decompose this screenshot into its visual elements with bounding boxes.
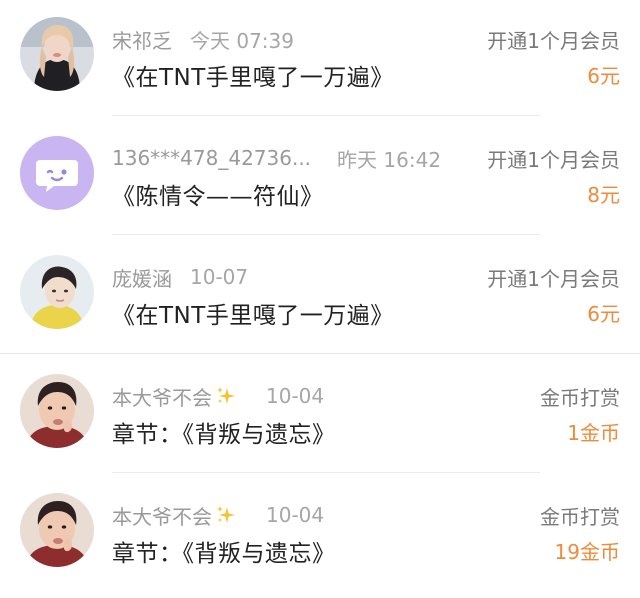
amount-value: 6元 [587,302,620,326]
divider [0,353,640,354]
book-title[interactable]: 《在TNT手里嘎了一万遍》 [112,296,394,330]
chapter-title[interactable]: 章节：《背叛与遗忘》 [112,534,336,568]
action-label: 开通1个月会员 [487,29,620,53]
name-line: 136***478_42736... 昨天 16:42 [112,144,441,172]
username[interactable]: 本大爷不会 [112,501,212,530]
name-line: 宋祁乏 今天 07:39 [112,25,294,53]
username[interactable]: 宋祁乏 [112,25,172,54]
chapter-title[interactable]: 章节：《背叛与遗忘》 [112,415,336,449]
timestamp: 10-07 [190,265,249,289]
action-label: 金币打赏 [540,386,620,410]
photo-avatar-yellow-shirt-icon [20,255,94,329]
timestamp: 昨天 16:42 [337,147,442,172]
username[interactable]: 庞媛涵 [112,263,172,292]
book-title[interactable]: 《在TNT手里嘎了一万遍》 [112,58,394,92]
avatar[interactable] [20,493,94,567]
list-item[interactable]: 宋祁乏 今天 07:39 《在TNT手里嘎了一万遍》 开通1个月会员 6元 [0,0,640,119]
book-title[interactable]: 《陈情令——符仙》 [112,177,324,211]
default-chat-bubble-avatar-icon [20,136,94,210]
action-label: 开通1个月会员 [487,267,620,291]
timestamp: 今天 07:39 [190,28,294,53]
action-label: 金币打赏 [540,505,620,529]
sparkle-icon [217,506,235,523]
avatar[interactable] [20,255,94,329]
avatar[interactable] [20,136,94,210]
name-line: 庞媛涵 10-07 [112,263,248,291]
username[interactable]: 136***478_42736... [112,146,311,170]
name-line: 本大爷不会 10-04 [112,501,324,529]
name-line: 本大爷不会 10-04 [112,382,324,410]
username[interactable]: 本大爷不会 [112,382,212,411]
divider [112,472,540,473]
avatar[interactable] [20,17,94,91]
amount-value: 19金币 [554,540,620,564]
amount-value: 1金币 [567,421,620,445]
sparkle-icon [217,387,235,404]
photo-avatar-selfie-icon [20,493,94,567]
list-item[interactable]: 136***478_42736... 昨天 16:42 《陈情令——符仙》 开通… [0,119,640,238]
divider [112,234,540,235]
timestamp: 10-04 [266,503,325,527]
divider [112,115,540,116]
amount-value: 6元 [587,64,620,88]
amount-value: 8元 [587,183,620,207]
photo-avatar-dark-hair-icon [20,17,94,91]
timestamp: 10-04 [266,384,325,408]
list-item[interactable]: 本大爷不会 10-04 章节：《背叛与遗忘》 金币打赏 1金币 [0,357,640,476]
action-label: 开通1个月会员 [487,148,620,172]
list-item[interactable]: 庞媛涵 10-07 《在TNT手里嘎了一万遍》 开通1个月会员 6元 [0,238,640,357]
avatar[interactable] [20,374,94,448]
photo-avatar-selfie-icon [20,374,94,448]
list-item[interactable]: 本大爷不会 10-04 章节：《背叛与遗忘》 金币打赏 19金币 [0,476,640,595]
support-record-list: 宋祁乏 今天 07:39 《在TNT手里嘎了一万遍》 开通1个月会员 6元 13… [0,0,640,598]
